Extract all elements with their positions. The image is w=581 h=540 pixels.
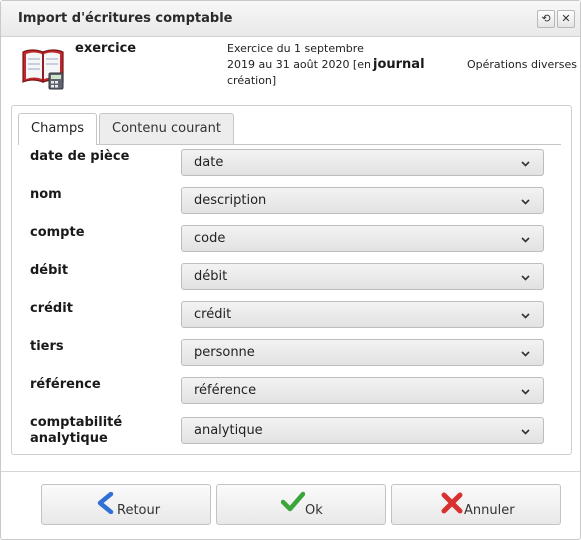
chevron-down-icon — [521, 389, 530, 395]
select-value: date — [194, 155, 224, 170]
select-value: débit — [194, 269, 228, 284]
tab-champs[interactable]: Champs — [18, 113, 97, 145]
select-debit[interactable]: débit — [181, 263, 544, 290]
select-tiers[interactable]: personne — [181, 339, 544, 366]
retour-label: Retour — [117, 503, 161, 518]
field-label-nom: nom — [30, 187, 62, 202]
tab-contenu-courant[interactable]: Contenu courant — [99, 113, 234, 144]
cancel-x-icon — [441, 492, 463, 514]
select-value: personne — [194, 345, 255, 360]
footer-divider — [1, 471, 580, 472]
ok-label: Ok — [305, 503, 323, 518]
checkmark-icon — [281, 491, 305, 512]
field-label-debit: débit — [30, 263, 69, 278]
restore-window-button[interactable]: ⟲ — [537, 10, 555, 28]
mapping-panel: Champs Contenu courant date de pièce dat… — [11, 105, 572, 455]
field-label-reference: référence — [30, 377, 101, 392]
close-window-button[interactable]: ✕ — [557, 10, 575, 28]
select-value: code — [194, 231, 226, 246]
select-compte[interactable]: code — [181, 225, 544, 252]
select-date-piece[interactable]: date — [181, 149, 544, 176]
field-label-credit: crédit — [30, 301, 73, 316]
refresh-icon: ⟲ — [541, 12, 551, 25]
chevron-down-icon — [521, 161, 530, 167]
annuler-button[interactable]: Annuler — [391, 484, 561, 525]
chevron-down-icon — [521, 351, 530, 357]
select-nom[interactable]: description — [181, 187, 544, 214]
select-value: analytique — [194, 423, 263, 438]
import-dialog: Import d'écritures comptable ⟲ ✕ exercic… — [0, 0, 581, 540]
field-label-tiers: tiers — [30, 339, 64, 354]
chevron-down-icon — [521, 237, 530, 243]
select-value: crédit — [194, 307, 232, 322]
select-value: description — [194, 193, 267, 208]
back-arrow-icon — [97, 492, 114, 514]
field-label-comptabilite-analytique: comptabilité analytique — [30, 415, 123, 446]
title-bar: Import d'écritures comptable ⟲ ✕ — [1, 1, 580, 37]
select-comptabilite-analytique[interactable]: analytique — [181, 417, 544, 444]
chevron-down-icon — [521, 199, 530, 205]
field-label-date-piece: date de pièce — [30, 149, 130, 164]
close-icon: ✕ — [561, 12, 571, 25]
select-reference[interactable]: référence — [181, 377, 544, 404]
journal-label: journal — [373, 57, 425, 72]
chevron-down-icon — [521, 429, 530, 435]
exercice-label: exercice — [75, 41, 137, 56]
select-credit[interactable]: crédit — [181, 301, 544, 328]
annuler-label: Annuler — [464, 503, 515, 518]
chevron-down-icon — [521, 275, 530, 281]
select-value: référence — [194, 383, 257, 398]
field-label-compte: compte — [30, 225, 85, 240]
chevron-down-icon — [521, 313, 530, 319]
ok-button[interactable]: Ok — [216, 484, 386, 525]
ledger-book-icon — [22, 49, 64, 90]
journal-value: Opérations diverses — [467, 58, 578, 71]
retour-button[interactable]: Retour — [41, 484, 211, 525]
dialog-title: Import d'écritures comptable — [18, 11, 233, 26]
exercice-value: Exercice du 1 septembre 2019 au 31 août … — [227, 42, 371, 87]
tab-divider — [18, 144, 561, 145]
